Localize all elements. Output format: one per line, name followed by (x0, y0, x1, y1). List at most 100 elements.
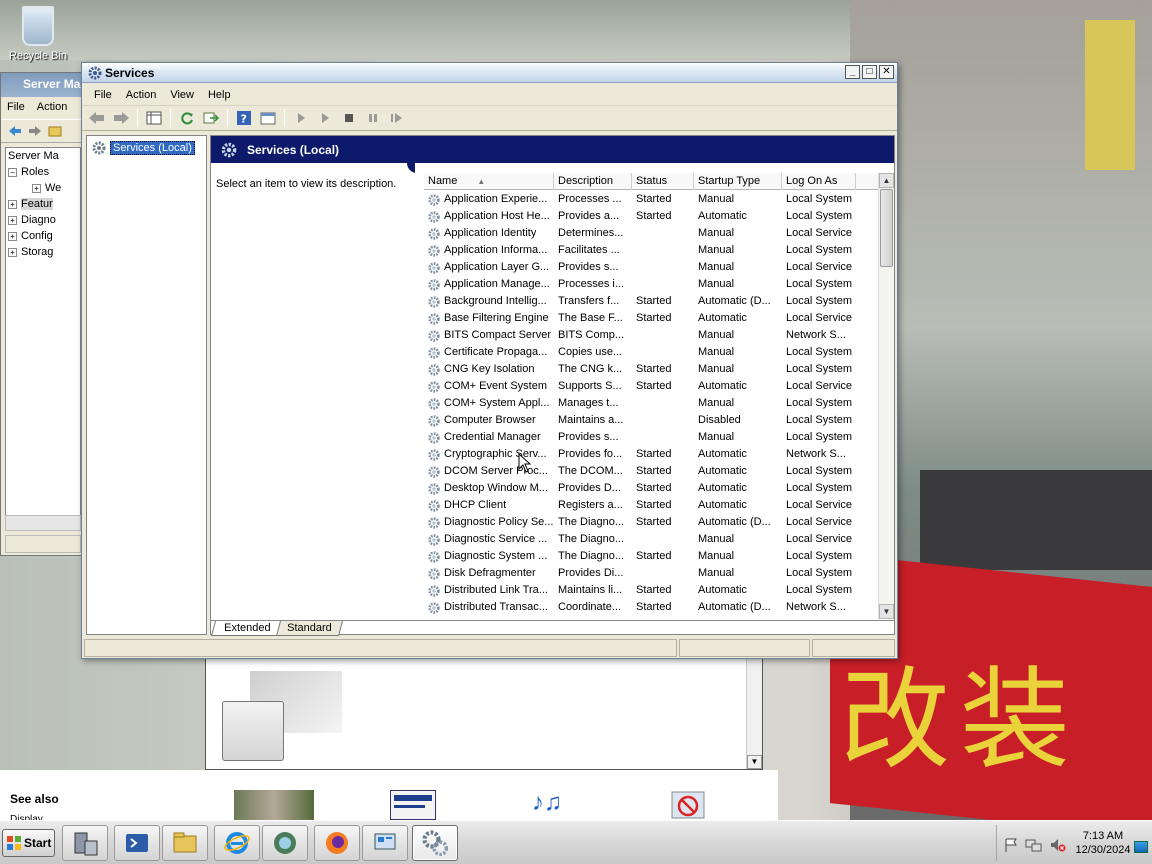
blocked-icon[interactable] (668, 790, 708, 820)
taskbar-firefox[interactable] (314, 825, 360, 861)
sm-tree-features[interactable]: + Featur (6, 196, 80, 212)
expand-toggle-icon[interactable]: + (32, 183, 41, 193)
scroll-down-arrow-icon[interactable]: ▼ (747, 755, 762, 769)
maximize-button[interactable]: □ (862, 65, 877, 79)
sm-menu-file[interactable]: File (7, 101, 25, 115)
sm-tree-storage[interactable]: + Storag (6, 244, 80, 260)
pause-service-button[interactable] (362, 108, 384, 128)
start-service-alt-button[interactable] (314, 108, 336, 128)
column-header-description[interactable]: Description (554, 173, 632, 190)
column-header-status[interactable]: Status (632, 173, 694, 190)
photo-thumbnail-icon[interactable] (234, 790, 314, 820)
expand-toggle-icon[interactable]: + (8, 199, 17, 209)
taskbar-media-center[interactable] (262, 825, 308, 861)
music-notes-icon[interactable]: ♪♫ (532, 790, 578, 820)
menu-file[interactable]: File (87, 87, 119, 103)
menu-help[interactable]: Help (201, 87, 238, 103)
service-row[interactable]: DHCP Client Registers a... Started Automati… (424, 497, 879, 514)
column-header-name[interactable]: Name ▲ (424, 173, 554, 190)
taskbar-internet-explorer[interactable] (214, 825, 260, 861)
forward-button[interactable] (110, 108, 132, 128)
sm-tree-web[interactable]: + We (6, 180, 80, 196)
scroll-up-arrow-icon[interactable]: ▲ (879, 173, 894, 188)
action-center-flag-icon[interactable] (1003, 837, 1019, 853)
tree-node-services-local[interactable]: Services (Local) (91, 140, 195, 156)
service-row[interactable]: Credential Manager Provides s... Manual Loc… (424, 429, 879, 446)
column-header-startup-type[interactable]: Startup Type (694, 173, 782, 190)
service-row[interactable]: Application Experie... Processes ... Start… (424, 191, 879, 208)
refresh-button[interactable] (176, 108, 198, 128)
sm-horizontal-scrollbar[interactable] (5, 515, 81, 531)
taskbar-explorer[interactable] (162, 825, 208, 861)
service-row[interactable]: Diagnostic Service ... The Diagno... Manua… (424, 531, 879, 548)
show-desktop-button[interactable] (1134, 841, 1148, 853)
expand-toggle-icon[interactable]: + (8, 231, 17, 241)
sm-tree-diagnostics[interactable]: + Diagno (6, 212, 80, 228)
help-button[interactable]: ? (233, 108, 255, 128)
taskbar-server-manager[interactable] (62, 825, 108, 861)
service-row[interactable]: Distributed Transac... Coordinate... Start… (424, 599, 879, 616)
forward-arrow-icon[interactable] (27, 124, 43, 138)
taskbar-services[interactable] (412, 825, 458, 861)
restart-service-button[interactable] (386, 108, 408, 128)
preview-tile[interactable] (222, 701, 284, 761)
show-hide-console-tree-button[interactable] (143, 108, 165, 128)
network-icon[interactable] (1025, 837, 1043, 853)
service-gear-icon (428, 380, 440, 393)
service-row[interactable]: CNG Key Isolation The CNG k... Started Manu… (424, 361, 879, 378)
sm-tree-root[interactable]: Server Ma (6, 148, 80, 164)
services-titlebar[interactable]: Services _ □ ✕ (82, 63, 897, 83)
service-row[interactable]: Application Manage... Processes i... Manua… (424, 276, 879, 293)
service-row[interactable]: Application Informa... Facilitates ... Man… (424, 242, 879, 259)
service-row[interactable]: Base Filtering Engine The Base F... Starte… (424, 310, 879, 327)
collapse-toggle-icon[interactable]: − (8, 167, 17, 177)
list-vertical-scrollbar[interactable]: ▲ ▼ (878, 173, 894, 619)
service-row[interactable]: Cryptographic Serv... Provides fo... Start… (424, 446, 879, 463)
back-arrow-icon[interactable] (7, 124, 23, 138)
menu-action[interactable]: Action (119, 87, 164, 103)
service-row[interactable]: Application Host He... Provides a... Start… (424, 208, 879, 225)
service-row[interactable]: Diagnostic System ... The Diagno... Starte… (424, 548, 879, 565)
display-settings-icon[interactable] (390, 790, 436, 820)
tab-standard[interactable]: Standard (274, 621, 344, 636)
expand-toggle-icon[interactable]: + (8, 247, 17, 257)
service-row[interactable]: Application Identity Determines... Manual L… (424, 225, 879, 242)
sm-tree-roles[interactable]: − Roles (6, 164, 80, 180)
minimize-button[interactable]: _ (845, 65, 860, 79)
start-button[interactable]: Start (2, 829, 55, 857)
background-vertical-scrollbar[interactable]: ▼ (746, 657, 762, 769)
service-row[interactable]: Background Intellig... Transfers f... Star… (424, 293, 879, 310)
scroll-down-arrow-icon[interactable]: ▼ (879, 604, 894, 619)
scrollbar-thumb[interactable] (880, 189, 893, 267)
start-service-button[interactable] (290, 108, 312, 128)
service-row[interactable]: Computer Browser Maintains a... Disabled Lo… (424, 412, 879, 429)
service-row[interactable]: Diagnostic Policy Se... The Diagno... Star… (424, 514, 879, 531)
folder-up-icon[interactable] (47, 124, 63, 138)
volume-muted-icon[interactable] (1049, 837, 1067, 853)
column-header-log-on-as[interactable]: Log On As (782, 173, 856, 190)
properties-button[interactable] (257, 108, 279, 128)
service-row[interactable]: Disk Defragmenter Provides Di... Manual Loc… (424, 565, 879, 582)
service-row[interactable]: Desktop Window M... Provides D... Started A… (424, 480, 879, 497)
service-row[interactable]: BITS Compact Server BITS Comp... Manual Net… (424, 327, 879, 344)
service-row[interactable]: COM+ System Appl... Manages t... Manual Loc… (424, 395, 879, 412)
stop-service-button[interactable] (338, 108, 360, 128)
expand-toggle-icon[interactable]: + (8, 215, 17, 225)
tab-extended[interactable]: Extended (210, 621, 282, 636)
taskbar-control-panel[interactable] (362, 825, 408, 861)
sm-menu-action[interactable]: Action (37, 101, 68, 115)
recycle-bin-shortcut[interactable]: Recycle Bin (6, 6, 70, 62)
taskbar-powershell[interactable] (114, 825, 160, 861)
service-row[interactable]: COM+ Event System Supports S... Started Aut… (424, 378, 879, 395)
export-list-button[interactable] (200, 108, 222, 128)
sm-tree-configuration[interactable]: + Config (6, 228, 80, 244)
service-status: Started (636, 295, 672, 307)
menu-view[interactable]: View (163, 87, 201, 103)
service-row[interactable]: Certificate Propaga... Copies use... Manua… (424, 344, 879, 361)
service-row[interactable]: DCOM Server Proc... The DCOM... Started Aut… (424, 463, 879, 480)
service-row[interactable]: Application Layer G... Provides s... Manua… (424, 259, 879, 276)
service-row[interactable]: Distributed Link Tra... Maintains li... St… (424, 582, 879, 599)
clock[interactable]: 7:13 AM 12/30/2024 (1073, 829, 1133, 857)
close-button[interactable]: ✕ (879, 65, 894, 79)
back-button[interactable] (86, 108, 108, 128)
